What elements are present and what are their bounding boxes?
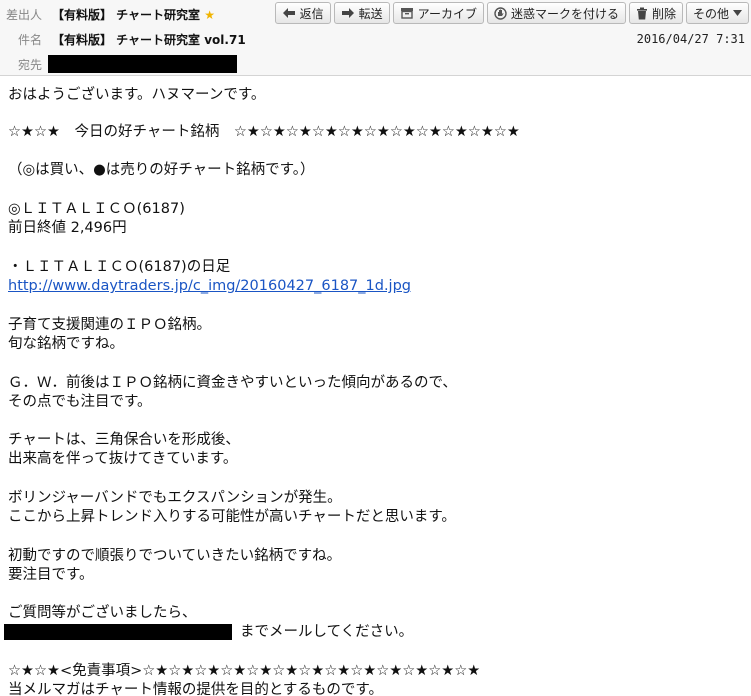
paragraph-2-line-1: Ｇ．Ｗ．前後はＩＰＯ銘柄に資金きやすいといった傾向があるので、 [8, 375, 457, 391]
previous-close: 前日終値 2,496円 [8, 220, 127, 236]
delete-button[interactable]: 削除 [628, 2, 683, 24]
legend-text: （◎は買い、●は売りの好チャート銘柄です。） [8, 162, 315, 178]
star-icon[interactable]: ★ [204, 8, 215, 22]
redacted-email [4, 624, 232, 640]
section-heading: ☆★☆★ 今日の好チャート銘柄 ☆★☆★☆★☆★☆★☆★☆★☆★☆★☆★☆★ [8, 124, 520, 140]
reply-button[interactable]: 返信 [274, 2, 331, 24]
paragraph-4-line-1: ボリンジャーバンドでもエクスパンションが発生。 [8, 490, 342, 506]
from-value[interactable]: 【有料版】 チャート研究室 ★ [52, 6, 215, 23]
archive-label: アーカイブ [417, 6, 477, 21]
message-date: 2016/04/27 7:31 [636, 32, 745, 46]
chart-link[interactable]: http://www.daytraders.jp/c_img/20160427_… [8, 277, 411, 295]
from-label: 差出人 [6, 8, 43, 22]
subject-label: 件名 [17, 33, 42, 47]
spam-label: 迷惑マークを付ける [510, 6, 619, 21]
forward-label: 転送 [358, 6, 383, 21]
contact-line-1: ご質問等がございましたら、 [8, 605, 197, 621]
more-button[interactable]: その他 [685, 2, 749, 24]
reply-label: 返信 [299, 6, 324, 21]
trash-icon [636, 7, 647, 19]
forward-arrow-icon [341, 8, 354, 18]
message-toolbar: 返信 転送 アーカイブ 迷惑マークを付ける 削除 その他 [274, 2, 749, 24]
contact-line-2: までメールしてください。 [240, 624, 414, 640]
archive-button[interactable]: アーカイブ [392, 2, 484, 24]
stock-name: ◎ＬＩＴＡＬＩＣＯ(6187) [8, 201, 185, 217]
message-body: おはようございます。ハヌマーンです。 ☆★☆★ 今日の好チャート銘柄 ☆★☆★☆… [0, 76, 751, 696]
from-name[interactable]: 【有料版】 チャート研究室 [52, 8, 200, 22]
paragraph-5-line-1: 初動ですので順張りでついていきたい銘柄ですね。 [8, 548, 342, 564]
disclaimer-heading: ☆★☆★<免責事項>☆★☆★☆★☆★☆★☆★☆★☆★☆★☆★☆★☆★☆★ [8, 663, 481, 679]
spam-hand-icon [494, 6, 507, 20]
paragraph-5-line-2: 要注目です。 [8, 567, 94, 583]
delete-label: 削除 [651, 6, 676, 21]
disclaimer-line-1: 当メルマガはチャート情報の提供を目的とするものです。 [8, 682, 383, 696]
more-label: その他 [692, 6, 729, 21]
spam-button[interactable]: 迷惑マークを付ける [486, 2, 626, 24]
to-label: 宛先 [17, 58, 42, 72]
redacted-recipient [48, 55, 237, 73]
chevron-down-icon [733, 10, 742, 16]
paragraph-1-line-1: 子育て支援関連のＩＰＯ銘柄。 [8, 317, 211, 333]
archive-box-icon [400, 8, 413, 19]
paragraph-1-line-2: 旬な銘柄ですね。 [8, 336, 124, 352]
reply-arrow-icon [282, 8, 295, 18]
forward-button[interactable]: 転送 [333, 2, 390, 24]
paragraph-2-line-2: その点でも注目です。 [8, 394, 152, 410]
subject-value: 【有料版】 チャート研究室 vol.71 [52, 33, 246, 47]
paragraph-3-line-1: チャートは、三角保合いを形成後、 [8, 432, 240, 448]
greeting-text: おはようございます。ハヌマーンです。 [8, 87, 266, 103]
chart-title: ・ＬＩＴＡＬＩＣＯ(6187)の日足 [8, 259, 231, 275]
paragraph-4-line-2: ここから上昇トレンド入りする可能性が高いチャートだと思います。 [8, 509, 456, 525]
paragraph-3-line-2: 出来高を伴って抜けてきています。 [8, 451, 238, 467]
message-header: 差出人 【有料版】 チャート研究室 ★ 返信 転送 アーカイブ 迷惑マークを付け… [0, 0, 751, 76]
